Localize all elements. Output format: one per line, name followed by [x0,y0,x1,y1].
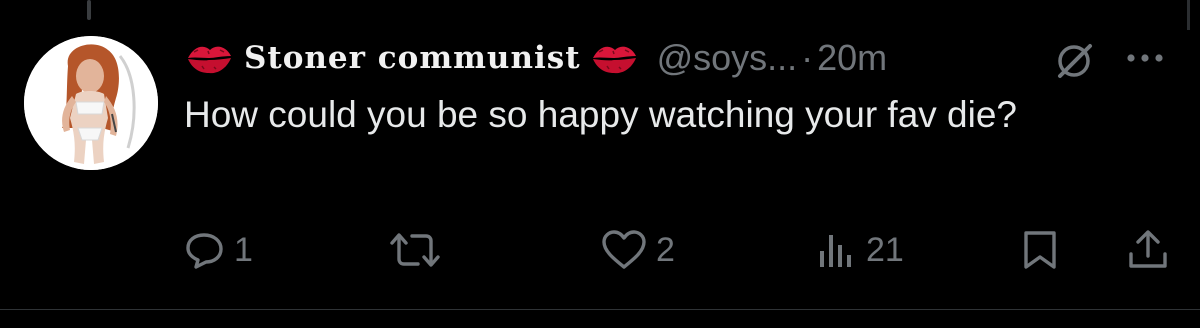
thread-line [87,0,91,20]
tweet-text: How could you be so happy watching your … [184,94,1018,135]
user-handle[interactable]: @soys... [657,40,798,76]
avatar-image [24,36,158,170]
bookmark-button[interactable] [1020,228,1060,272]
retweet-icon [388,229,442,271]
kiss-mark-icon [589,38,639,78]
avatar[interactable] [24,36,158,170]
divider [0,309,1200,310]
kiss-mark-icon [184,38,234,78]
tweet-header: Stoner communist @soys... · 20m [184,30,887,86]
grok-icon[interactable] [1052,40,1098,80]
like-count: 2 [656,231,675,269]
separator-dot: · [801,37,814,78]
like-button[interactable]: 2 [600,228,675,272]
more-options-icon[interactable] [1122,44,1168,72]
share-icon [1126,228,1170,272]
reply-icon [184,229,226,271]
bookmark-icon [1020,229,1060,271]
timestamp[interactable]: 20m [817,40,887,76]
share-button[interactable] [1126,228,1170,272]
view-count: 21 [866,231,904,269]
reply-count: 1 [234,231,253,269]
reply-button[interactable]: 1 [184,228,253,272]
like-icon [600,229,648,271]
scroll-edge [1187,0,1190,30]
display-name[interactable]: Stoner communist [244,42,581,74]
retweet-button[interactable] [388,228,442,272]
views-icon [816,229,858,271]
views-button[interactable]: 21 [816,228,904,272]
